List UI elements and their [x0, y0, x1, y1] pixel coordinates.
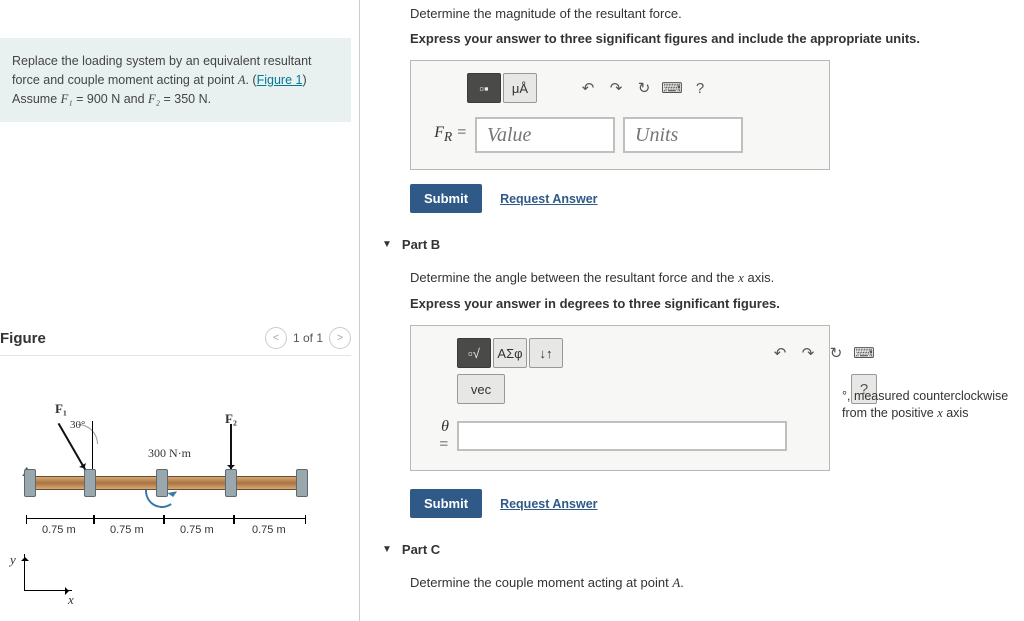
coordinate-axes: y x: [10, 554, 75, 602]
partC-header[interactable]: ▼ Part C: [382, 542, 1014, 557]
partB-prompt: Determine the angle between the resultan…: [410, 270, 1014, 286]
partA-prompt: Determine the magnitude of the resultant…: [410, 6, 1014, 21]
prev-figure-button[interactable]: <: [265, 327, 287, 349]
partB-value-input[interactable]: [457, 421, 787, 451]
help-icon[interactable]: ?: [687, 73, 713, 103]
label-moment: 300 N·m: [148, 446, 191, 461]
partA-instruction: Express your answer to three significant…: [410, 31, 1014, 46]
request-answer-link[interactable]: Request Answer: [500, 497, 597, 511]
greek-button[interactable]: ΑΣφ: [493, 338, 527, 368]
partB-toolbar: ▫√ ΑΣφ ↓↑ ↶ ↷ ↻ ⌨ vec ?: [457, 338, 877, 404]
dimension-row: 0.75 m 0.75 m 0.75 m 0.75 m: [26, 518, 308, 538]
next-figure-button[interactable]: >: [329, 327, 351, 349]
problem-statement: Replace the loading system by an equival…: [0, 38, 351, 122]
reset-icon[interactable]: ↻: [631, 73, 657, 103]
reset-icon[interactable]: ↻: [823, 338, 849, 368]
keyboard-icon[interactable]: ⌨: [659, 73, 685, 103]
partA-var-label: FR =: [427, 124, 467, 145]
subscript-button[interactable]: ↓↑: [529, 338, 563, 368]
partB-instruction: Express your answer in degrees to three …: [410, 296, 1014, 311]
redo-icon[interactable]: ↷: [603, 73, 629, 103]
support: [225, 469, 237, 497]
figure-diagram: F₁ 30° F₂ 300 N·m A 0.75 m 0.75 m: [0, 386, 340, 606]
partA-answer-box: ▫▪ μÅ ↶ ↷ ↻ ⌨ ? FR =: [410, 60, 830, 170]
support-right: [296, 469, 308, 497]
force-arrow-F2: [230, 424, 232, 472]
collapse-caret-icon: ▼: [382, 544, 392, 555]
F2-var: F₂: [148, 92, 160, 106]
partB-header[interactable]: ▼ Part B: [382, 237, 1014, 252]
partA-units-input[interactable]: [623, 117, 743, 153]
support-left: [24, 469, 36, 497]
partC-prompt: Determine the couple moment acting at po…: [410, 575, 1014, 591]
figure-pager: < 1 of 1 >: [265, 327, 351, 349]
undo-icon[interactable]: ↶: [767, 338, 793, 368]
template-icon[interactable]: ▫▪: [467, 73, 501, 103]
partA-toolbar: ▫▪ μÅ ↶ ↷ ↻ ⌨ ?: [467, 73, 813, 103]
redo-icon[interactable]: ↷: [795, 338, 821, 368]
partB-answer-box: ▫√ ΑΣφ ↓↑ ↶ ↷ ↻ ⌨ vec ?: [410, 325, 830, 471]
figure-link[interactable]: Figure 1: [257, 73, 303, 87]
partA-value-input[interactable]: [475, 117, 615, 153]
undo-icon[interactable]: ↶: [575, 73, 601, 103]
request-answer-link[interactable]: Request Answer: [500, 192, 597, 206]
vec-button[interactable]: vec: [457, 374, 505, 404]
template-icon[interactable]: ▫√: [457, 338, 491, 368]
submit-button[interactable]: Submit: [410, 489, 482, 518]
figure-title: Figure: [0, 330, 46, 347]
figure-page-indicator: 1 of 1: [293, 331, 323, 345]
collapse-caret-icon: ▼: [382, 239, 392, 250]
support: [156, 469, 168, 497]
F1-var: F₁: [61, 92, 73, 106]
partB-unit-note: °, measured counterclockwise from the po…: [842, 388, 1012, 423]
partB-var-label: θ=: [427, 418, 449, 454]
keyboard-icon[interactable]: ⌨: [851, 338, 877, 368]
submit-button[interactable]: Submit: [410, 184, 482, 213]
label-F1: F₁: [55, 401, 67, 417]
support: [84, 469, 96, 497]
units-button[interactable]: μÅ: [503, 73, 537, 103]
